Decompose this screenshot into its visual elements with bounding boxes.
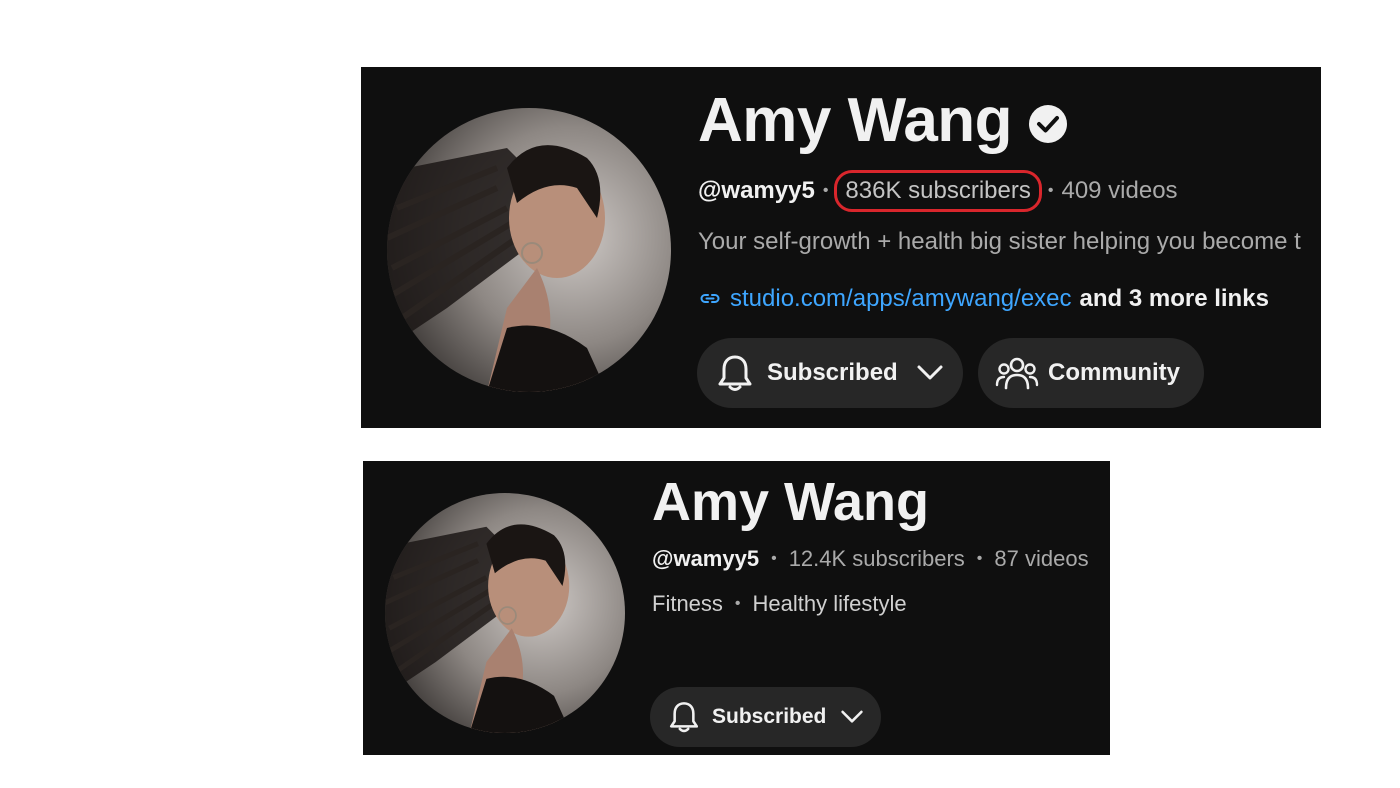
avatar-portrait-image bbox=[385, 493, 625, 733]
subscribed-label: Subscribed bbox=[767, 359, 898, 386]
bell-icon bbox=[718, 355, 752, 391]
chevron-down-icon bbox=[841, 710, 864, 723]
community-button[interactable]: Community bbox=[978, 338, 1204, 408]
channel-header-large: Amy Wang @wamyy5 • 836K subscribers • 40… bbox=[361, 67, 1321, 428]
separator-dot: • bbox=[1047, 182, 1054, 199]
channel-links: studio.com/apps/amywang/exec and 3 more … bbox=[698, 285, 1269, 313]
subscribed-button[interactable]: Subscribed bbox=[650, 687, 881, 747]
channel-name: Amy Wang bbox=[652, 472, 930, 532]
video-count: 409 videos bbox=[1061, 177, 1178, 204]
channel-description[interactable]: Your self-growth + health big sister hel… bbox=[698, 228, 1301, 256]
channel-avatar[interactable] bbox=[387, 108, 671, 392]
video-count: 87 videos bbox=[994, 546, 1089, 571]
subscribed-label: Subscribed bbox=[712, 705, 827, 728]
channel-handle[interactable]: @wamyy5 bbox=[698, 177, 815, 205]
channel-avatar[interactable] bbox=[385, 493, 625, 733]
channel-name: Amy Wang bbox=[698, 85, 1068, 156]
channel-meta: @wamyy5 • 12.4K subscribers • 87 videos bbox=[652, 546, 1089, 572]
tag-healthy-lifestyle[interactable]: Healthy lifestyle bbox=[753, 591, 907, 617]
community-icon bbox=[995, 357, 1039, 390]
channel-meta: @wamyy5 • 836K subscribers • 409 videos bbox=[698, 170, 1178, 212]
avatar-portrait-image bbox=[387, 108, 671, 392]
channel-header-small: Amy Wang @wamyy5 • 12.4K subscribers • 8… bbox=[363, 461, 1110, 755]
separator-dot: • bbox=[822, 182, 829, 199]
bell-icon bbox=[669, 702, 699, 733]
chevron-down-icon bbox=[917, 365, 943, 380]
separator-dot: • bbox=[976, 550, 983, 567]
separator-dot: • bbox=[734, 595, 741, 612]
subscriber-count: 12.4K subscribers bbox=[788, 546, 965, 571]
separator-dot: • bbox=[771, 550, 777, 567]
channel-tags: Fitness • Healthy lifestyle bbox=[652, 591, 907, 617]
verified-check-icon bbox=[1029, 104, 1068, 143]
subscribed-button[interactable]: Subscribed bbox=[697, 338, 963, 408]
subscriber-count-highlighted: 836K subscribers bbox=[834, 170, 1042, 212]
community-label: Community bbox=[1048, 359, 1180, 386]
tag-fitness[interactable]: Fitness bbox=[652, 591, 723, 617]
page: Amy Wang @wamyy5 • 836K subscribers • 40… bbox=[0, 0, 1400, 788]
more-links[interactable]: and 3 more links bbox=[1080, 285, 1269, 313]
channel-name-text: Amy Wang bbox=[698, 86, 1013, 155]
channel-link[interactable]: studio.com/apps/amywang/exec bbox=[730, 285, 1072, 313]
link-icon bbox=[700, 294, 720, 303]
channel-handle[interactable]: @wamyy5 bbox=[652, 546, 759, 572]
